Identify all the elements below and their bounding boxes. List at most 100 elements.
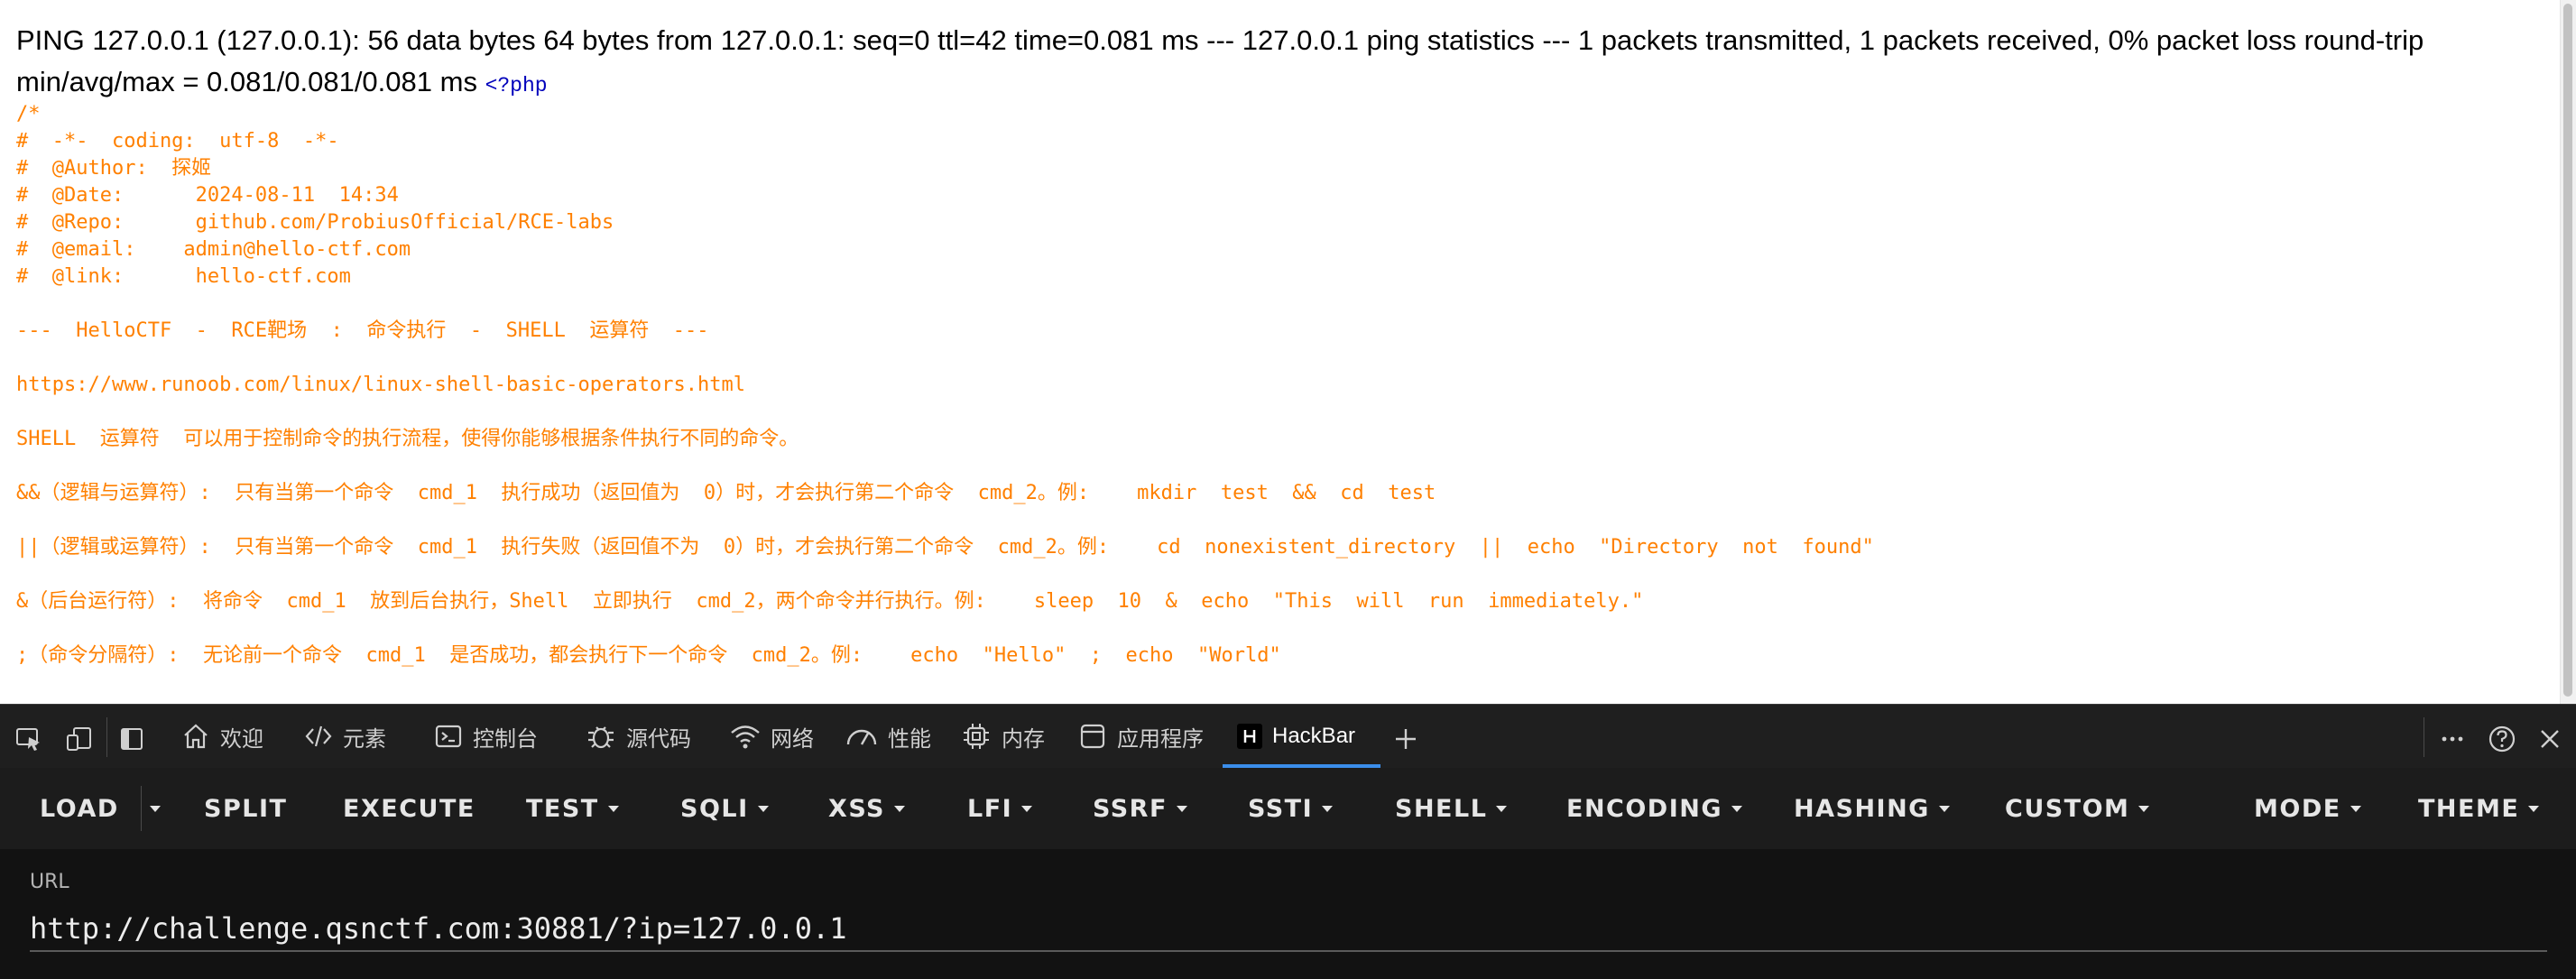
hackbar-icon: [1237, 724, 1262, 749]
hashing-menu-button[interactable]: HASHING: [1794, 768, 1950, 849]
shell-menu-button[interactable]: SHELL: [1395, 768, 1508, 849]
button-label: SSTI: [1248, 794, 1314, 823]
home-icon: [184, 724, 208, 749]
split-button[interactable]: SPLIT: [204, 768, 287, 849]
sqli-menu-button[interactable]: SQLI: [680, 768, 769, 849]
tab-welcome[interactable]: 欢迎: [180, 705, 263, 768]
code-line: ||（逻辑或运算符）: 只有当第一个命令 cmd_1 执行失败（返回值不为 0）…: [16, 536, 1874, 559]
button-label: SPLIT: [204, 794, 288, 823]
test-menu-button[interactable]: TEST: [526, 768, 619, 849]
tab-hackbar[interactable]: HackBar: [1236, 705, 1355, 768]
code-line: # @Author: 探姬: [16, 157, 212, 180]
ssrf-menu-button[interactable]: SSRF: [1093, 768, 1187, 849]
code-line: # @Repo: github.com/ProbiusOfficial/RCE-…: [16, 211, 614, 234]
caret-down-icon: [757, 805, 769, 812]
caret-down-icon: [2528, 805, 2540, 812]
wifi-icon: [731, 725, 760, 749]
caret-down-icon: [1496, 805, 1508, 812]
button-label: TEST: [526, 794, 599, 823]
code-line: &（后台运行符）: 将命令 cmd_1 放到后台执行，Shell 立即执行 cm…: [16, 590, 1644, 613]
close-icon[interactable]: [2534, 723, 2566, 755]
tab-sources[interactable]: 源代码: [585, 705, 691, 768]
separator: [106, 717, 107, 757]
caret-down-icon: [2350, 805, 2361, 812]
code-line: ;（命令分隔符）: 无论前一个命令 cmd_1 是否成功，都会执行下一个命令 c…: [16, 644, 1281, 667]
add-tab-icon[interactable]: [1390, 723, 1422, 755]
load-dropdown-button[interactable]: [150, 768, 161, 849]
button-label: SHELL: [1395, 794, 1488, 823]
tab-application[interactable]: 应用程序: [1077, 705, 1204, 768]
caret-down-icon: [2138, 805, 2150, 812]
tab-network[interactable]: 网络: [729, 705, 814, 768]
hackbar-toolbar: LOAD SPLIT EXECUTE TEST SQLI XSS LFI SSR…: [0, 768, 2576, 849]
window-icon: [1080, 724, 1105, 749]
tab-elements[interactable]: 元素: [303, 705, 386, 768]
bug-icon: [588, 726, 614, 749]
caret-down-icon: [607, 805, 619, 812]
separator: [141, 786, 142, 831]
mode-menu-button[interactable]: MODE: [2254, 768, 2361, 849]
device-emulation-icon[interactable]: [63, 723, 96, 755]
code-line: --- HelloCTF - RCE靶场 : 命令执行 - SHELL 运算符 …: [16, 319, 709, 342]
button-label: LOAD: [40, 794, 119, 823]
tab-label: 应用程序: [1117, 725, 1204, 752]
ssti-menu-button[interactable]: SSTI: [1248, 768, 1334, 849]
tab-label: 元素: [343, 725, 386, 752]
button-label: THEME: [2418, 794, 2520, 823]
xss-menu-button[interactable]: XSS: [828, 768, 905, 849]
scrollbar-thumb[interactable]: [2563, 4, 2572, 697]
custom-menu-button[interactable]: CUSTOM: [2005, 768, 2150, 849]
button-label: XSS: [828, 794, 885, 823]
code-line: https://www.runoob.com/linux/linux-shell…: [16, 374, 745, 396]
page-content: PING 127.0.0.1 (127.0.0.1): 56 data byte…: [0, 0, 2561, 699]
ping-output: PING 127.0.0.1 (127.0.0.1): 56 data byte…: [16, 20, 2534, 106]
caret-down-icon: [1322, 805, 1334, 812]
ping-output-text: PING 127.0.0.1 (127.0.0.1): 56 data byte…: [16, 24, 2424, 97]
load-button[interactable]: LOAD: [40, 768, 119, 849]
theme-menu-button[interactable]: THEME: [2418, 768, 2540, 849]
code-line: /*: [16, 103, 41, 125]
button-label: ENCODING: [1566, 794, 1723, 823]
code-line: # @email: admin@hello-ctf.com: [16, 238, 411, 261]
caret-down-icon: [894, 805, 905, 812]
tab-label: 性能: [888, 725, 931, 752]
url-input[interactable]: http://challenge.qsnctf.com:30881/?ip=12…: [30, 907, 2547, 952]
code-line: &&（逻辑与运算符）: 只有当第一个命令 cmd_1 执行成功（返回值为 0）时…: [16, 482, 1436, 504]
caret-down-icon: [1021, 805, 1033, 812]
gauge-icon: [846, 729, 877, 745]
tab-performance[interactable]: 性能: [845, 705, 931, 768]
lfi-menu-button[interactable]: LFI: [967, 768, 1033, 849]
button-label: SQLI: [680, 794, 749, 823]
url-section: URL http://challenge.qsnctf.com:30881/?i…: [0, 849, 2576, 979]
toggle-drawer-icon[interactable]: [115, 723, 148, 755]
caret-down-icon: [1731, 805, 1743, 812]
url-label: URL: [30, 871, 69, 893]
tab-label: 源代码: [626, 725, 691, 752]
caret-down-icon: [150, 805, 161, 812]
more-options-icon[interactable]: [2436, 723, 2469, 755]
encoding-menu-button[interactable]: ENCODING: [1566, 768, 1743, 849]
tab-label: 欢迎: [220, 725, 263, 752]
execute-button[interactable]: EXECUTE: [343, 768, 475, 849]
code-line: # @link: hello-ctf.com: [16, 265, 351, 288]
devtools-tabbar: 欢迎 元素 控制台 源代码 网络 性能 内存 应用程序 HackBar: [0, 705, 2576, 769]
inspect-element-icon[interactable]: [13, 723, 45, 755]
tab-label: HackBar: [1272, 724, 1356, 748]
caret-down-icon: [1176, 805, 1187, 812]
console-icon: [435, 725, 462, 748]
page-scrollbar[interactable]: [2560, 0, 2576, 704]
chip-icon: [964, 724, 989, 749]
tab-console[interactable]: 控制台: [433, 705, 538, 768]
code-icon: [305, 725, 332, 747]
code-line: # -*- coding: utf-8 -*-: [16, 130, 339, 152]
help-icon[interactable]: [2486, 723, 2518, 755]
code-line: # @Date: 2024-08-11 14:34: [16, 184, 399, 207]
php-open-tag: <?php: [485, 74, 548, 97]
caret-down-icon: [1938, 805, 1950, 812]
devtools-panel: 欢迎 元素 控制台 源代码 网络 性能 内存 应用程序 HackBar LOAD…: [0, 704, 2576, 979]
tab-label: 控制台: [473, 725, 538, 752]
button-label: LFI: [967, 794, 1013, 823]
button-label: CUSTOM: [2005, 794, 2130, 823]
tab-memory[interactable]: 内存: [960, 705, 1045, 768]
tab-label: 网络: [771, 725, 814, 752]
